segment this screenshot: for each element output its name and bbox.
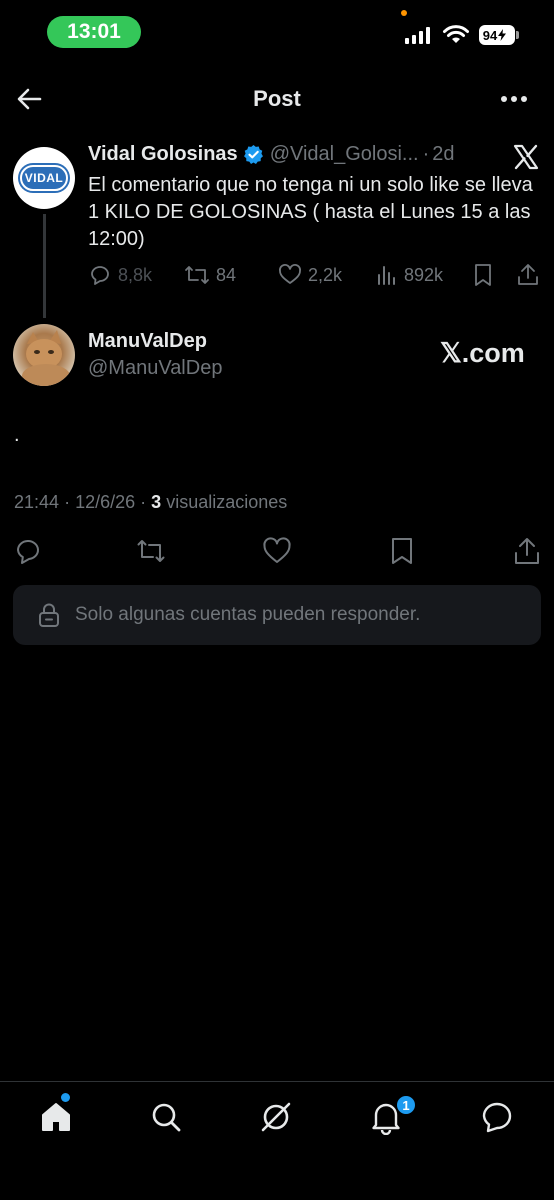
wifi-icon — [443, 25, 469, 43]
grok-icon[interactable] — [258, 1099, 294, 1135]
thread-connector — [43, 214, 46, 318]
reply-author-name[interactable]: ManuValDep — [88, 330, 207, 353]
reply-count: 8,8k — [118, 264, 153, 285]
home-icon[interactable] — [38, 1099, 74, 1135]
battery-indicator: 94 — [479, 25, 515, 45]
cat-photo — [22, 330, 70, 386]
restriction-text: Solo algunas cuentas pueden responder. — [75, 604, 421, 625]
reply-icon — [91, 266, 109, 285]
views-label[interactable]: visualizaciones — [166, 492, 287, 512]
charging-bolt-icon — [498, 29, 507, 41]
vidal-logo: VIDAL — [20, 165, 68, 191]
repost-icon[interactable] — [136, 536, 166, 566]
repost-count: 84 — [216, 264, 237, 285]
cellular-signal-icon — [405, 27, 430, 44]
search-icon[interactable] — [148, 1099, 184, 1135]
notifications-badge: 1 — [395, 1094, 417, 1116]
reply-author-handle[interactable]: @ManuValDep — [88, 357, 222, 380]
quoted-post-header: Vidal Golosinas @Vidal_Golosi... · 2d — [88, 143, 455, 166]
quoted-post-text: El comentario que no tenga ni un solo li… — [88, 174, 533, 250]
views-count: 892k — [404, 264, 444, 285]
heart-icon[interactable] — [262, 536, 292, 566]
post-meta: 21:44 · 12/6/26 · 3 visualizaciones — [14, 492, 287, 513]
x-com-watermark: 𝕏.com — [440, 338, 525, 368]
verified-badge-icon — [243, 144, 263, 165]
meta-sep-1: · — [64, 492, 71, 512]
x-logo-icon — [513, 144, 539, 170]
meta-sep-2: · — [140, 492, 147, 512]
views-icon — [378, 266, 395, 285]
bookmark-icon[interactable] — [387, 536, 417, 566]
author-name[interactable]: Vidal Golosinas — [88, 143, 238, 166]
lock-icon — [39, 603, 59, 627]
like-action[interactable]: 2,2k — [278, 263, 342, 287]
privacy-indicator — [401, 10, 407, 16]
quoted-post-actions: 8,8k 84 2,2k 892k — [88, 263, 543, 289]
reply-action[interactable]: 8,8k — [88, 263, 152, 287]
reply-icon[interactable] — [14, 536, 44, 566]
bookmark-icon[interactable] — [472, 263, 494, 287]
repost-icon — [185, 266, 209, 284]
battery-tip — [516, 31, 519, 39]
author-handle[interactable]: @Vidal_Golosi... — [270, 143, 419, 166]
status-bar: 13:01 94 — [0, 0, 554, 64]
avatar-vidal[interactable]: VIDAL — [13, 147, 75, 209]
repost-action[interactable]: 84 — [184, 263, 236, 287]
post-date: 12/6/26 — [75, 492, 136, 512]
reply-actions — [0, 536, 554, 568]
reply-restriction-notice: Solo algunas cuentas pueden responder. — [13, 585, 541, 645]
messages-icon[interactable] — [479, 1099, 515, 1135]
page-title: Post — [253, 86, 301, 111]
like-count: 2,2k — [308, 264, 343, 285]
battery-level: 94 — [482, 27, 498, 43]
share-icon[interactable] — [512, 536, 542, 566]
post-age: 2d — [432, 143, 455, 165]
share-icon[interactable] — [516, 263, 540, 287]
heart-icon — [279, 264, 301, 284]
reply-text: . — [14, 424, 20, 446]
avatar-manuvaldep[interactable] — [13, 324, 75, 386]
separator-dot: · — [422, 143, 430, 165]
bottom-nav — [0, 1081, 554, 1200]
more-options-icon[interactable] — [498, 84, 530, 114]
top-bar: Post — [0, 72, 554, 126]
status-time: 13:01 — [47, 16, 141, 48]
views-action[interactable]: 892k — [376, 263, 443, 287]
post-time: 21:44 — [14, 492, 60, 512]
home-new-indicator — [61, 1093, 70, 1102]
views-number: 3 — [151, 492, 162, 512]
